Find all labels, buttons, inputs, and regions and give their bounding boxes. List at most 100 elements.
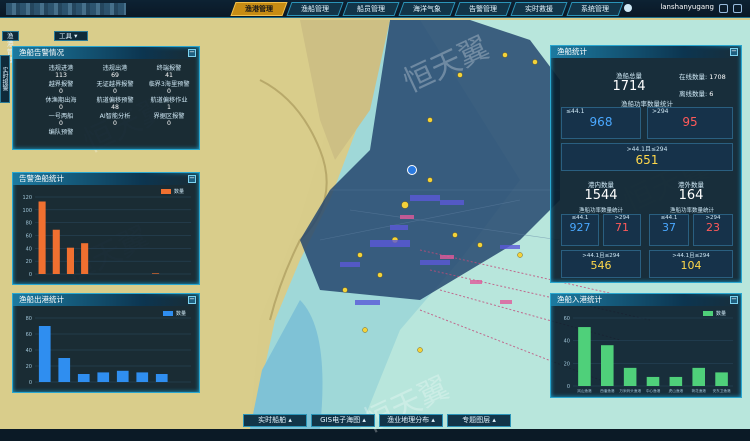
alert-stat-value: 113 (55, 72, 67, 79)
bar[interactable] (58, 358, 71, 382)
thematic-layers-tab[interactable]: 专题图层 ▴ (447, 414, 511, 427)
nav-alert-management[interactable]: 告警管理 (454, 2, 512, 16)
in-mid-box: >44.1且≤294 546 (561, 250, 641, 278)
realtime-vessels-tab[interactable]: 实时船舶 ▴ (243, 414, 307, 427)
bar[interactable] (38, 326, 51, 382)
alert-stat[interactable]: AI智能分析 0 (89, 113, 141, 127)
bar[interactable] (669, 376, 683, 386)
x-tick-label: 虎山渔港 (669, 388, 684, 393)
bar[interactable] (116, 370, 129, 382)
out-mid-box: >44.1且≤294 104 (649, 250, 733, 278)
nav-marine-weather[interactable]: 海洋气象 (398, 2, 456, 16)
y-tick-label: 20 (564, 361, 570, 367)
bar[interactable] (715, 372, 728, 386)
alert-stat-label: 临界3海里预警 (148, 81, 190, 88)
alert-stat[interactable]: 界据区报警 0 (143, 113, 195, 127)
y-tick-label: 80 (26, 316, 32, 322)
alert-stat[interactable]: 一号两船 0 (35, 113, 87, 127)
bar[interactable] (601, 345, 614, 386)
alert-stat[interactable]: 违规出港 69 (89, 65, 141, 79)
bar[interactable] (692, 367, 705, 386)
out-le44-box: ≤44.1 37 (649, 214, 689, 246)
bar[interactable] (136, 372, 149, 382)
x-tick-label: 安东卫渔港 (713, 388, 731, 393)
bar[interactable] (66, 247, 74, 274)
bar[interactable] (155, 374, 168, 382)
alert-stat[interactable]: 违规进港 113 (35, 65, 87, 79)
alert-stat[interactable]: 无证越界报警 0 (89, 81, 141, 95)
y-tick-label: 60 (564, 316, 570, 322)
nav-crew-management[interactable]: 船员管理 (342, 2, 400, 16)
logout-icon[interactable] (733, 4, 742, 13)
alert-stat-value: 48 (111, 104, 119, 111)
y-tick-label: 100 (22, 208, 32, 214)
tools-button[interactable]: 工具 ▾ (54, 31, 88, 41)
collapse-button[interactable]: − (188, 296, 196, 304)
bar[interactable] (152, 273, 160, 274)
power-mid-box: >44.1且≤294 651 (561, 143, 733, 171)
arrival-bar-chart: 0 20 40 60 岚山渔港 西潘渔港 万米码头渔港 中心渔港 虎山渔港 荷花渔港 安东卫渔港 (564, 316, 733, 393)
bar[interactable] (578, 327, 591, 386)
bar[interactable] (623, 367, 637, 386)
alert-stat-label: 违规进港 (48, 65, 74, 72)
fullscreen-icon[interactable] (719, 4, 728, 13)
alert-stat[interactable]: 临界3海里预警 0 (143, 81, 195, 95)
alert-stat[interactable]: 航道偏移作业 1 (143, 97, 195, 111)
y-tick-label: 20 (26, 259, 32, 265)
y-tick-label: 0 (29, 380, 32, 386)
alert-stat[interactable]: 越界报警 0 (35, 81, 87, 95)
top-navigation-bar: 渔港管理 渔船管理 船员管理 海洋气象 告警管理 实时救援 系统管理 lansh… (0, 0, 750, 18)
bar[interactable] (52, 229, 60, 274)
collapse-button[interactable]: − (730, 48, 738, 56)
alert-chart-panel: 告警渔船统计 − 数量 0 20 40 60 80 100 120 (12, 172, 200, 285)
alert-stat-label: 休渔期出海 (45, 97, 77, 104)
username[interactable]: lanshanyugang (660, 3, 714, 11)
out-gt294-box: >294 23 (693, 214, 733, 246)
alert-stat-value: 0 (113, 88, 117, 95)
alert-stat-value: 41 (165, 72, 173, 79)
alert-stat[interactable]: 编队预警 (35, 129, 87, 136)
gis-chart-tab[interactable]: GIS电子海图 ▴ (311, 414, 375, 427)
collapse-button[interactable]: − (188, 49, 196, 57)
alert-stat-label: AI智能分析 (99, 113, 131, 120)
bar[interactable] (81, 243, 89, 274)
app-logo (6, 3, 126, 15)
panel-title: 渔船统计 (551, 46, 741, 58)
nav-harbor-management[interactable]: 渔港管理 (230, 2, 288, 16)
realtime-alarm-tab[interactable]: 实时报警 (0, 55, 10, 103)
bar[interactable] (646, 376, 660, 386)
bar[interactable] (77, 374, 90, 382)
bar[interactable] (38, 201, 46, 274)
alert-stat-value: 0 (59, 104, 63, 111)
user-avatar-icon (624, 4, 632, 12)
alert-stat-label: 一号两船 (48, 113, 74, 120)
panel-title: 渔船入港统计 (551, 294, 741, 306)
nav-realtime-rescue[interactable]: 实时救援 (510, 2, 568, 16)
alert-stat-label: 航道偏移预警 (96, 97, 134, 104)
harbor-management-button[interactable]: 渔港管理 (2, 31, 19, 64)
bar[interactable] (97, 372, 110, 382)
alert-stat[interactable]: 休渔期出海 0 (35, 97, 87, 111)
nav-vessel-management[interactable]: 渔船管理 (286, 2, 344, 16)
nav-system-management[interactable]: 系统管理 (566, 2, 624, 16)
fishery-distribution-tab[interactable]: 渔业地理分布 ▴ (379, 414, 443, 427)
in-port-value: 1544 (584, 188, 618, 203)
in-le44-box: ≤44.1 927 (561, 214, 599, 246)
alert-stat-label: 编队预警 (48, 129, 74, 136)
y-tick-label: 40 (26, 348, 32, 354)
out-port-value: 164 (678, 188, 704, 203)
alert-stat[interactable]: 终端报警 41 (143, 65, 195, 79)
alert-stat-value: 0 (167, 120, 171, 127)
collapse-button[interactable]: − (730, 296, 738, 304)
alert-stat-label: 界据区报警 (153, 113, 185, 120)
x-tick-label: 西潘渔港 (600, 388, 615, 393)
y-tick-label: 60 (26, 332, 32, 338)
alert-stat[interactable]: 航道偏移预警 48 (89, 97, 141, 111)
y-tick-label: 120 (22, 195, 32, 201)
x-tick-label: 中心渔港 (646, 388, 661, 393)
alert-stat-label: 违规出港 (102, 65, 128, 72)
in-gt294-box: >294 71 (603, 214, 641, 246)
online-count: 在线数量: 1708 (679, 73, 726, 81)
alert-stat-label: 航道偏移作业 (150, 97, 188, 104)
collapse-button[interactable]: − (188, 175, 196, 183)
